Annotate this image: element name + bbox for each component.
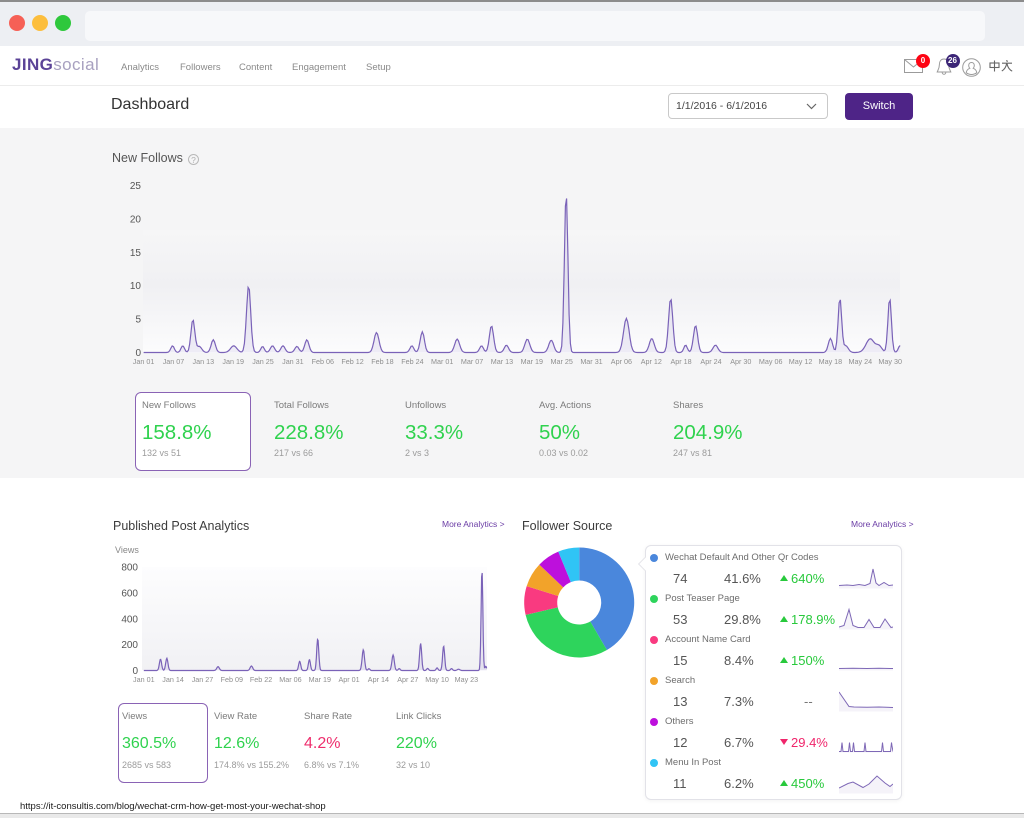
- svg-text:Apr 14: Apr 14: [368, 675, 389, 684]
- svg-text:Feb 24: Feb 24: [401, 357, 423, 366]
- svg-text:10: 10: [130, 281, 142, 292]
- svg-text:15: 15: [130, 248, 142, 259]
- svg-text:20: 20: [130, 214, 142, 225]
- svg-text:Mar 19: Mar 19: [521, 357, 543, 366]
- svg-text:Apr 12: Apr 12: [641, 357, 662, 366]
- svg-text:600: 600: [121, 589, 138, 600]
- svg-text:Feb 09: Feb 09: [221, 675, 243, 684]
- svg-text:Mar 07: Mar 07: [461, 357, 483, 366]
- svg-text:Apr 18: Apr 18: [671, 357, 692, 366]
- svg-text:Mar 06: Mar 06: [279, 675, 301, 684]
- svg-text:Mar 31: Mar 31: [580, 357, 602, 366]
- svg-text:800: 800: [121, 563, 138, 574]
- svg-text:200: 200: [121, 640, 138, 651]
- svg-text:5: 5: [135, 315, 141, 326]
- svg-text:Mar 13: Mar 13: [491, 357, 513, 366]
- svg-text:25: 25: [130, 181, 142, 192]
- svg-text:Jan 25: Jan 25: [252, 357, 274, 366]
- svg-text:Jan 14: Jan 14: [162, 675, 184, 684]
- svg-text:Jan 13: Jan 13: [193, 357, 215, 366]
- svg-text:Jan 01: Jan 01: [133, 357, 155, 366]
- svg-text:Apr 06: Apr 06: [611, 357, 632, 366]
- svg-text:Jan 07: Jan 07: [163, 357, 185, 366]
- svg-text:May 12: May 12: [789, 357, 813, 366]
- svg-text:Apr 01: Apr 01: [339, 675, 360, 684]
- svg-text:400: 400: [121, 614, 138, 625]
- svg-text:Apr 30: Apr 30: [730, 357, 751, 366]
- svg-text:Jan 01: Jan 01: [133, 675, 155, 684]
- svg-text:May 23: May 23: [455, 675, 479, 684]
- svg-text:May 24: May 24: [849, 357, 873, 366]
- svg-text:May 30: May 30: [878, 357, 902, 366]
- svg-text:May 18: May 18: [819, 357, 843, 366]
- svg-text:Mar 19: Mar 19: [309, 675, 331, 684]
- svg-text:Apr 24: Apr 24: [700, 357, 721, 366]
- svg-text:Feb 22: Feb 22: [250, 675, 272, 684]
- svg-text:May 10: May 10: [425, 675, 449, 684]
- svg-text:Feb 12: Feb 12: [341, 357, 363, 366]
- svg-text:Jan 27: Jan 27: [192, 675, 214, 684]
- svg-text:Mar 25: Mar 25: [551, 357, 573, 366]
- svg-text:Mar 01: Mar 01: [431, 357, 453, 366]
- svg-text:Feb 06: Feb 06: [312, 357, 334, 366]
- svg-text:Apr 27: Apr 27: [397, 675, 418, 684]
- svg-text:May 06: May 06: [759, 357, 783, 366]
- svg-text:Jan 19: Jan 19: [222, 357, 244, 366]
- svg-text:Feb 18: Feb 18: [371, 357, 393, 366]
- svg-text:Jan 31: Jan 31: [282, 357, 304, 366]
